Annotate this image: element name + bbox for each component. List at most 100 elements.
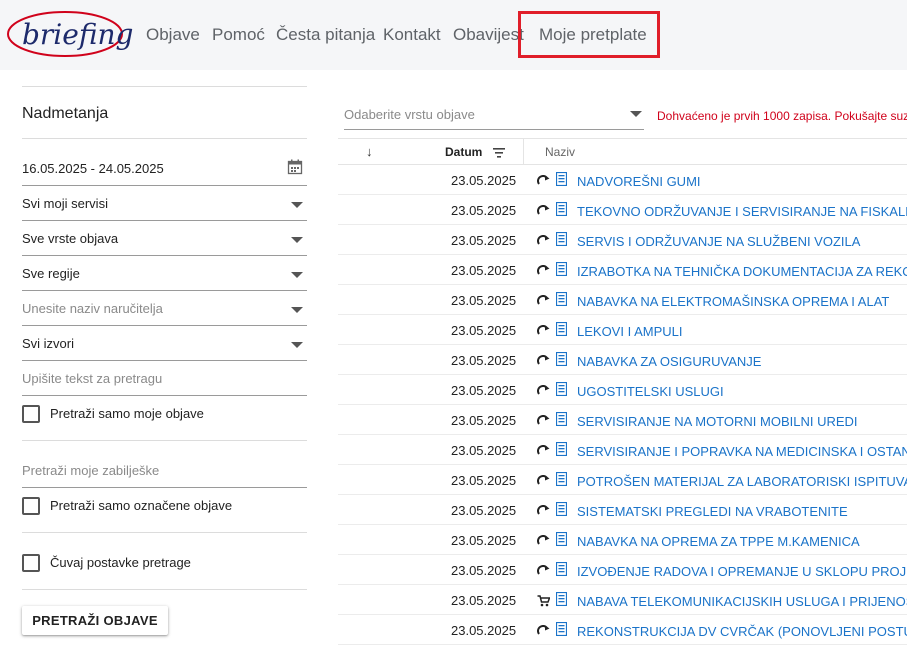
document-icon[interactable] (555, 201, 568, 217)
chevron-down-icon (291, 237, 303, 243)
row-title-link[interactable]: NABAVKA NA OPREMA ZA TPPE M.KAMENICA (577, 534, 860, 549)
column-header-name[interactable]: Naziv (545, 145, 575, 159)
refresh-icon (537, 564, 550, 576)
document-icon[interactable] (555, 471, 568, 487)
only-my-notices-label: Pretraži samo moje objave (50, 406, 204, 421)
table-row[interactable]: 23.05.2025 SERVISIRANJE I POPRAVKA NA MED… (338, 435, 907, 465)
table-row[interactable]: 23.05.2025 LEKOVI I AMPULI (338, 315, 907, 345)
row-date: 23.05.2025 (451, 203, 517, 218)
row-title-link[interactable]: TEKOVNO ODRŽUVANJE I SERVISIRANJE NA FIS… (577, 204, 907, 219)
document-icon[interactable] (555, 171, 568, 187)
nav-obavijest[interactable]: Obavijest (453, 25, 524, 45)
search-button[interactable]: PRETRAŽI OBJAVE (22, 606, 168, 635)
row-date: 23.05.2025 (451, 623, 517, 638)
only-marked-option[interactable]: Pretraži samo označene objave (22, 497, 307, 519)
filter-icon[interactable] (493, 148, 505, 158)
save-settings-checkbox[interactable] (22, 554, 40, 572)
document-icon[interactable] (555, 591, 568, 607)
document-icon[interactable] (555, 561, 568, 577)
table-row[interactable]: 23.05.2025 NADVOREŠNI GUMI (338, 165, 907, 195)
document-icon[interactable] (555, 621, 568, 637)
services-value: Svi moji servisi (22, 196, 108, 211)
row-date: 23.05.2025 (451, 233, 517, 248)
panel-title: Nadmetanja (22, 105, 109, 122)
row-title-link[interactable]: REKONSTRUKCIJA DV CVRČAK (PONOVLJENI POS… (577, 624, 907, 639)
chevron-down-icon (630, 111, 642, 117)
table-row[interactable]: 23.05.2025 SISTEMATSKI PREGLEDI NA VRABOT… (338, 495, 907, 525)
save-settings-option[interactable]: Čuvaj postavke pretrage (22, 554, 307, 576)
row-title-link[interactable]: NABAVKA ZA OSIGURUVANJE (577, 354, 761, 369)
row-title-link[interactable]: UGOSTITELSKI USLUGI (577, 384, 724, 399)
document-icon[interactable] (555, 411, 568, 427)
row-title-link[interactable]: SERVISIRANJE NA MOTORNI MOBILNI UREDI (577, 414, 858, 429)
calendar-icon[interactable] (287, 159, 303, 175)
row-title-link[interactable]: IZRABOTKA NA TEHNIČKA DOKUMENTACIJA ZA R… (577, 264, 907, 279)
only-my-notices-checkbox[interactable] (22, 405, 40, 423)
row-title-link[interactable]: SERVIS I ODRŽUVANJE NA SLUŽBENI VOZILA (577, 234, 860, 249)
table-row[interactable]: 23.05.2025 NABAVKA NA ELEKTROMAŠINSKA OPR… (338, 285, 907, 315)
notice-type-select[interactable]: Odaberite vrstu objave (344, 94, 644, 130)
table-row[interactable]: 23.05.2025 SERVISIRANJE NA MOTORNI MOBILN… (338, 405, 907, 435)
services-select[interactable]: Svi moji servisi (22, 187, 307, 221)
chevron-down-icon (291, 272, 303, 278)
row-date: 23.05.2025 (451, 533, 517, 548)
document-icon[interactable] (555, 381, 568, 397)
refresh-icon (537, 234, 550, 246)
row-date: 23.05.2025 (451, 503, 517, 518)
row-date: 23.05.2025 (451, 353, 517, 368)
nav-cesta-pitanja[interactable]: Česta pitanja (276, 25, 375, 45)
table-row[interactable]: 23.05.2025 POTROŠEN MATERIJAL ZA LABORATO… (338, 465, 907, 495)
refresh-icon (537, 444, 550, 456)
table-row[interactable]: 23.05.2025 TEKOVNO ODRŽUVANJE I SERVISIRA… (338, 195, 907, 225)
document-icon[interactable] (555, 321, 568, 337)
nav-pomoc[interactable]: Pomoć (212, 25, 265, 45)
table-row[interactable]: 23.05.2025 NABAVA TELEKOMUNIKACIJSKIH USL… (338, 585, 907, 615)
regions-select[interactable]: Sve regije (22, 257, 307, 291)
table-row[interactable]: 23.05.2025 UGOSTITELSKI USLUGI (338, 375, 907, 405)
row-title-link[interactable]: NADVOREŠNI GUMI (577, 174, 701, 189)
nav-kontakt[interactable]: Kontakt (383, 25, 441, 45)
document-icon[interactable] (555, 291, 568, 307)
only-my-notices-option[interactable]: Pretraži samo moje objave (22, 405, 307, 427)
column-header-date[interactable]: Datum (445, 145, 482, 159)
row-title-link[interactable]: NABAVKA NA ELEKTROMAŠINSKA OPREMA I ALAT (577, 294, 889, 309)
row-title-link[interactable]: LEKOVI I AMPULI (577, 324, 683, 339)
sources-select[interactable]: Svi izvori (22, 327, 307, 361)
row-date: 23.05.2025 (451, 593, 517, 608)
document-icon[interactable] (555, 231, 568, 247)
divider (22, 440, 307, 441)
results-limit-notice: Dohvaćeno je prvih 1000 zapisa. Pokušajt… (657, 109, 907, 123)
sort-arrow-icon[interactable]: ↓ (366, 144, 373, 159)
divider (22, 589, 307, 590)
notice-types-select[interactable]: Sve vrste objava (22, 222, 307, 256)
logo-text: briefing (22, 18, 134, 51)
row-title-link[interactable]: IZVOĐENJE RADOVA I OPREMANJE U SKLOPU PR… (577, 564, 907, 579)
row-title-link[interactable]: NABAVA TELEKOMUNIKACIJSKIH USLUGA I PRIJ… (577, 594, 907, 609)
grid-header: ↓ Datum Naziv (338, 138, 907, 165)
table-row[interactable]: 23.05.2025 SERVIS I ODRŽUVANJE NA SLUŽBEN… (338, 225, 907, 255)
divider (22, 532, 307, 533)
sources-value: Svi izvori (22, 336, 75, 351)
nav-objave[interactable]: Objave (146, 25, 200, 45)
contracting-authority-select[interactable]: Unesite naziv naručitelja (22, 292, 307, 326)
notes-search-input[interactable]: Pretraži moje zabilješke (22, 454, 307, 488)
document-icon[interactable] (555, 351, 568, 367)
document-icon[interactable] (555, 501, 568, 517)
briefing-logo[interactable]: briefing (6, 9, 133, 59)
document-icon[interactable] (555, 441, 568, 457)
refresh-icon (537, 204, 550, 216)
table-row[interactable]: 23.05.2025 IZRABOTKA NA TEHNIČKA DOKUMENT… (338, 255, 907, 285)
row-title-link[interactable]: POTROŠEN MATERIJAL ZA LABORATORISKI ISPI… (577, 474, 907, 489)
table-row[interactable]: 23.05.2025 NABAVKA ZA OSIGURUVANJE (338, 345, 907, 375)
search-text-input[interactable]: Upišite tekst za pretragu (22, 362, 307, 396)
row-title-link[interactable]: SERVISIRANJE I POPRAVKA NA MEDICINSKA I … (577, 444, 907, 459)
table-row[interactable]: 23.05.2025 NABAVKA NA OPREMA ZA TPPE M.KA… (338, 525, 907, 555)
only-marked-checkbox[interactable] (22, 497, 40, 515)
date-range-field[interactable]: 16.05.2025 - 24.05.2025 (22, 152, 307, 186)
document-icon[interactable] (555, 261, 568, 277)
refresh-icon (537, 504, 550, 516)
document-icon[interactable] (555, 531, 568, 547)
row-title-link[interactable]: SISTEMATSKI PREGLEDI NA VRABOTENITE (577, 504, 848, 519)
table-row[interactable]: 23.05.2025 IZVOĐENJE RADOVA I OPREMANJE U… (338, 555, 907, 585)
table-row[interactable]: 23.05.2025 REKONSTRUKCIJA DV CVRČAK (PONO… (338, 615, 907, 645)
